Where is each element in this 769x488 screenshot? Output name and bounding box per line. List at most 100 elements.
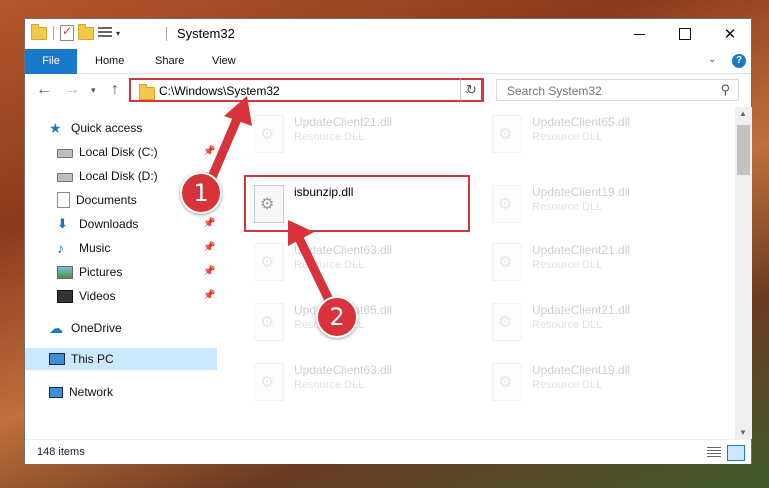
sidebar-item-label: Documents bbox=[76, 193, 137, 207]
scroll-thumb[interactable] bbox=[737, 125, 750, 175]
pin-icon[interactable]: 📌 bbox=[203, 266, 215, 277]
list-item[interactable]: UpdateClient21.dll Resource DLL bbox=[484, 237, 714, 289]
star-icon: ★ bbox=[49, 120, 62, 136]
customize-icon[interactable] bbox=[98, 27, 112, 39]
toolbar-separator bbox=[53, 26, 54, 40]
pin-icon[interactable]: 📌 bbox=[203, 218, 215, 229]
file-name: UpdateClient21.dll bbox=[532, 243, 631, 257]
search-icon: ⚲ bbox=[720, 82, 730, 97]
sidebar-item-videos[interactable]: Videos 📌 bbox=[25, 285, 253, 307]
dll-file-icon bbox=[492, 115, 522, 153]
sidebar-item-label: Local Disk (C:) bbox=[79, 145, 158, 159]
tab-share[interactable]: Share bbox=[151, 49, 188, 73]
music-icon: ♪ bbox=[57, 240, 64, 256]
refresh-button[interactable]: ↻ bbox=[460, 78, 484, 102]
dll-file-icon bbox=[254, 363, 284, 401]
list-item[interactable]: UpdateClient63.dll Resource DLL bbox=[246, 237, 476, 289]
close-icon: ✕ bbox=[723, 26, 737, 43]
download-icon: ⬇ bbox=[57, 216, 68, 231]
pin-icon[interactable]: 📌 bbox=[203, 242, 215, 253]
file-type: Resource DLL bbox=[532, 201, 603, 213]
computer-icon bbox=[49, 353, 65, 365]
sidebar-item-label: Local Disk (D:) bbox=[79, 169, 158, 183]
file-type: Resource DLL bbox=[294, 259, 365, 271]
search-input[interactable] bbox=[505, 83, 709, 99]
sidebar-item-pictures[interactable]: Pictures 📌 bbox=[25, 261, 253, 283]
window-title: System32 bbox=[177, 26, 235, 41]
maximize-icon bbox=[679, 28, 691, 40]
pin-icon[interactable]: 📌 bbox=[203, 146, 215, 157]
dll-file-icon bbox=[254, 115, 284, 153]
navigation-pane: ★ Quick access Local Disk (C:) 📌 Local D… bbox=[25, 107, 221, 439]
pin-icon[interactable]: 📌 bbox=[203, 290, 215, 301]
status-bar: 148 items bbox=[25, 439, 751, 464]
file-type: Resource DLL bbox=[532, 379, 603, 391]
file-name: UpdateClient19.dll bbox=[532, 363, 631, 377]
maximize-button[interactable] bbox=[662, 19, 708, 49]
sidebar-item-downloads[interactable]: ⬇ Downloads 📌 bbox=[25, 213, 253, 235]
navigation-bar: ← → ▾ ↑ C:\Windows\System32 ⌄ ↻ ⚲ bbox=[25, 74, 751, 106]
sidebar-item-quick-access[interactable]: ★ Quick access bbox=[25, 117, 245, 139]
file-name: UpdateClient19.dll bbox=[532, 185, 631, 199]
drive-icon bbox=[57, 149, 73, 158]
close-button[interactable]: ✕ bbox=[707, 19, 753, 49]
drive-icon bbox=[57, 173, 73, 182]
sidebar-item-label: Pictures bbox=[79, 265, 123, 279]
expand-ribbon-icon[interactable]: ⌄ bbox=[708, 54, 716, 65]
back-arrow-icon[interactable]: ← bbox=[36, 81, 52, 99]
file-list: UpdateClient21.dll Resource DLL isbunzip… bbox=[232, 107, 734, 439]
cloud-icon: ☁ bbox=[49, 320, 63, 336]
search-box[interactable]: ⚲ bbox=[496, 79, 739, 101]
list-item[interactable]: UpdateClient21.dll Resource DLL bbox=[246, 109, 476, 161]
vertical-scrollbar[interactable]: ▲ ▼ bbox=[735, 107, 752, 439]
sidebar-item-this-pc[interactable]: This PC bbox=[25, 348, 217, 370]
sidebar-item-label: Quick access bbox=[71, 121, 143, 135]
folder-icon[interactable] bbox=[31, 23, 47, 40]
list-item[interactable]: UpdateClient65.dll Resource DLL bbox=[246, 297, 476, 349]
file-type: Resource DLL bbox=[294, 379, 365, 391]
file-name: UpdateClient63.dll bbox=[294, 243, 393, 257]
dll-file-icon bbox=[492, 185, 522, 223]
sidebar-item-label: This PC bbox=[71, 352, 114, 366]
sidebar-item-music[interactable]: ♪ Music 📌 bbox=[25, 237, 253, 259]
tab-view[interactable]: View bbox=[208, 49, 240, 73]
up-arrow-icon[interactable]: ↑ bbox=[111, 81, 119, 99]
sidebar-item-onedrive[interactable]: ☁ OneDrive bbox=[25, 317, 245, 339]
dll-file-icon bbox=[492, 303, 522, 341]
file-type: Resource DLL bbox=[532, 319, 603, 331]
sidebar-item-network[interactable]: Network bbox=[25, 381, 245, 403]
help-icon[interactable]: ? bbox=[732, 54, 746, 68]
ribbon-tabs: File Home Share View ⌄ ? bbox=[25, 49, 751, 101]
address-folder-icon bbox=[139, 84, 155, 100]
minimize-button[interactable] bbox=[616, 19, 662, 49]
list-item[interactable]: UpdateClient21.dll Resource DLL bbox=[484, 297, 714, 349]
list-item[interactable]: UpdateClient63.dll Resource DLL bbox=[246, 357, 476, 409]
address-bar[interactable]: C:\Windows\System32 ⌄ bbox=[129, 78, 483, 102]
address-path[interactable]: C:\Windows\System32 bbox=[159, 84, 280, 98]
network-icon bbox=[49, 386, 63, 398]
list-item[interactable]: UpdateClient19.dll Resource DLL bbox=[484, 179, 714, 231]
sidebar-item-local-disk-c[interactable]: Local Disk (C:) 📌 bbox=[25, 141, 253, 163]
forward-arrow-icon[interactable]: → bbox=[64, 81, 80, 99]
annotation-marker-2: 2 bbox=[316, 296, 358, 338]
list-item[interactable]: UpdateClient65.dll Resource DLL bbox=[484, 109, 714, 161]
file-type: Resource DLL bbox=[294, 131, 365, 143]
new-folder-icon[interactable] bbox=[78, 23, 94, 40]
recent-locations-chevron-icon[interactable]: ▾ bbox=[91, 85, 96, 96]
scroll-down-icon[interactable]: ▼ bbox=[739, 428, 747, 437]
sidebar-item-label: Network bbox=[69, 385, 114, 399]
refresh-icon: ↻ bbox=[466, 82, 477, 97]
sidebar-item-label: OneDrive bbox=[71, 321, 122, 335]
large-icons-view-icon[interactable] bbox=[727, 445, 745, 461]
details-view-icon[interactable] bbox=[707, 447, 721, 457]
documents-icon bbox=[57, 192, 70, 208]
title-separator bbox=[166, 27, 167, 41]
tab-home[interactable]: Home bbox=[91, 49, 128, 73]
list-item[interactable]: UpdateClient19.dll Resource DLL bbox=[484, 357, 714, 409]
properties-check-icon[interactable] bbox=[60, 24, 74, 41]
chevron-down-icon[interactable]: ▾ bbox=[116, 29, 120, 38]
sidebar-item-label: Videos bbox=[79, 289, 116, 303]
scroll-up-icon[interactable]: ▲ bbox=[739, 109, 747, 118]
file-name: UpdateClient65.dll bbox=[532, 115, 631, 129]
dll-file-icon bbox=[492, 363, 522, 401]
